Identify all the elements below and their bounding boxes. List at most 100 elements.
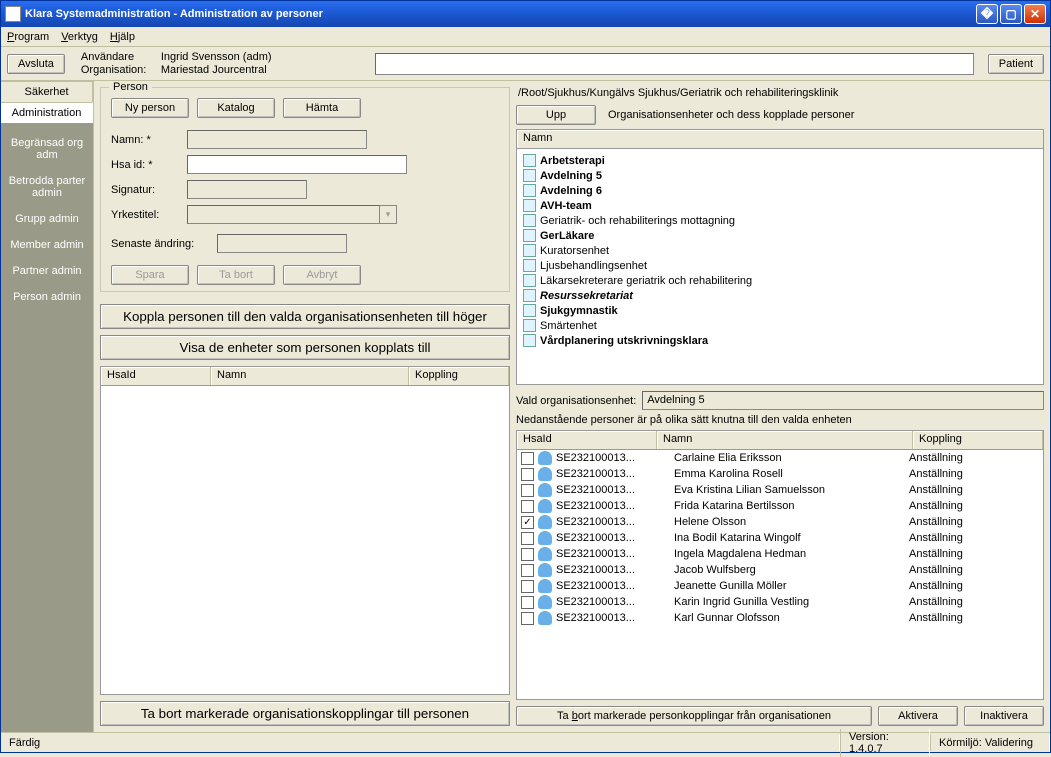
yrkestitel-combo[interactable]: ▾: [187, 205, 397, 224]
katalog-button[interactable]: Katalog: [197, 98, 275, 118]
tree-item-label: Avdelning 6: [540, 185, 602, 197]
person-row[interactable]: SE232100013...Ina Bodil Katarina Wingolf…: [517, 530, 1043, 546]
namn-input[interactable]: [187, 130, 367, 149]
tree-item[interactable]: GerLäkare: [523, 228, 1037, 243]
left-hdr-koppling[interactable]: Koppling: [409, 367, 509, 385]
tree-item-label: Avdelning 5: [540, 170, 602, 182]
spara-button[interactable]: Spara: [111, 265, 189, 285]
nav-betrodda[interactable]: Betrodda parter admin: [3, 175, 91, 199]
person-hsaid: SE232100013...: [556, 516, 674, 528]
left-hdr-namn[interactable]: Namn: [211, 367, 409, 385]
person-name: Karl Gunnar Olofsson: [674, 612, 909, 624]
person-checkbox[interactable]: [521, 564, 534, 577]
breadcrumb: /Root/Sjukhus/Kungälvs Sjukhus/Geriatrik…: [518, 87, 1044, 99]
tree-item-label: Ljusbehandlingsenhet: [540, 260, 647, 272]
person-checkbox[interactable]: [521, 452, 534, 465]
nav-person[interactable]: Person admin: [3, 291, 91, 303]
app-icon: [5, 6, 21, 22]
person-checkbox[interactable]: [521, 548, 534, 561]
signatur-input[interactable]: [187, 180, 307, 199]
tree-item[interactable]: Kuratorsenhet: [523, 243, 1037, 258]
tree-item[interactable]: Avdelning 6: [523, 183, 1037, 198]
person-row[interactable]: SE232100013...Frida Katarina BertilssonA…: [517, 498, 1043, 514]
chevron-down-icon[interactable]: ▾: [380, 205, 397, 224]
aktivera-button[interactable]: Aktivera: [878, 706, 958, 726]
pl-hdr-namn[interactable]: Namn: [657, 431, 913, 449]
avbryt-button[interactable]: Avbryt: [283, 265, 361, 285]
right-remove-button[interactable]: Ta bort markerade personkopplingar från …: [516, 706, 872, 726]
tree-item[interactable]: AVH-team: [523, 198, 1037, 213]
tab-sakerhet[interactable]: Säkerhet: [1, 81, 93, 102]
nav-grupp[interactable]: Grupp admin: [3, 213, 91, 225]
menu-program[interactable]: Program: [7, 31, 49, 43]
nav-partner[interactable]: Partner admin: [3, 265, 91, 277]
tree-desc: Organisationsenheter och dess kopplade p…: [608, 109, 854, 121]
org-tree[interactable]: Arbetsterapi Avdelning 5 Avdelning 6AVH-te…: [516, 149, 1044, 385]
patient-search-field[interactable]: [375, 53, 974, 75]
person-row[interactable]: ✓SE232100013...Helene OlssonAnställning: [517, 514, 1043, 530]
person-checkbox[interactable]: [521, 612, 534, 625]
person-checkbox[interactable]: [521, 596, 534, 609]
tree-item[interactable]: Ljusbehandlingsenhet: [523, 258, 1037, 273]
tree-item[interactable]: Geriatrik- och rehabiliterings mottagnin…: [523, 213, 1037, 228]
user-icon: [538, 515, 552, 529]
hamta-button[interactable]: Hämta: [283, 98, 361, 118]
ny-person-button[interactable]: Ny person: [111, 98, 189, 118]
pl-hdr-koppling[interactable]: Koppling: [913, 431, 1043, 449]
patient-button[interactable]: Patient: [988, 54, 1044, 74]
org-icon: [523, 319, 536, 332]
org-icon: [523, 289, 536, 302]
left-hdr-hsaid[interactable]: HsaId: [101, 367, 211, 385]
koppla-button[interactable]: Koppla personen till den valda organisat…: [100, 304, 510, 329]
nav-member[interactable]: Member admin: [3, 239, 91, 251]
user-icon: [538, 547, 552, 561]
tree-item[interactable]: Resurssekretariat: [523, 288, 1037, 303]
person-groupbox: Person Ny person Katalog Hämta Namn: * H…: [100, 87, 510, 292]
tree-item[interactable]: Arbetsterapi: [523, 153, 1037, 168]
menu-verktyg[interactable]: Verktyg: [61, 31, 98, 43]
minimize-button[interactable]: �: [976, 4, 998, 24]
nav-begransad[interactable]: Begränsad org adm: [3, 137, 91, 161]
user-icon: [538, 563, 552, 577]
pl-hdr-hsaid[interactable]: HsaId: [517, 431, 657, 449]
person-checkbox[interactable]: [521, 580, 534, 593]
tree-item[interactable]: Avdelning 5: [523, 168, 1037, 183]
tree-header[interactable]: Namn: [516, 129, 1044, 149]
inaktivera-button[interactable]: Inaktivera: [964, 706, 1044, 726]
person-row[interactable]: SE232100013...Emma Karolina RosellAnstäl…: [517, 466, 1043, 482]
namn-label: Namn: *: [111, 134, 181, 146]
tree-item[interactable]: Vårdplanering utskrivningsklara: [523, 333, 1037, 348]
visa-enheter-button[interactable]: Visa de enheter som personen kopplats ti…: [100, 335, 510, 360]
person-hsaid: SE232100013...: [556, 580, 674, 592]
person-checkbox[interactable]: [521, 468, 534, 481]
left-remove-button[interactable]: Ta bort markerade organisationskopplinga…: [100, 701, 510, 726]
hsa-input[interactable]: [187, 155, 407, 174]
person-row[interactable]: SE232100013...Karin Ingrid Gunilla Vestl…: [517, 594, 1043, 610]
tree-item-label: Läkarsekreterare geriatrik och rehabilit…: [540, 275, 752, 287]
person-checkbox[interactable]: ✓: [521, 516, 534, 529]
person-row[interactable]: SE232100013...Ingela Magdalena HedmanAns…: [517, 546, 1043, 562]
close-button[interactable]: ✕: [1024, 4, 1046, 24]
tree-item[interactable]: Sjukgymnastik: [523, 303, 1037, 318]
person-row[interactable]: SE232100013...Karl Gunnar OlofssonAnstäl…: [517, 610, 1043, 626]
person-checkbox[interactable]: [521, 532, 534, 545]
person-checkbox[interactable]: [521, 484, 534, 497]
maximize-button[interactable]: ▢: [1000, 4, 1022, 24]
tabort-button[interactable]: Ta bort: [197, 265, 275, 285]
person-list-body[interactable]: SE232100013...Carlaine Elia ErikssonAnst…: [516, 450, 1044, 700]
person-checkbox[interactable]: [521, 500, 534, 513]
person-row[interactable]: SE232100013...Jacob WulfsbergAnställning: [517, 562, 1043, 578]
person-group-label: Person: [109, 81, 152, 93]
tree-item[interactable]: Läkarsekreterare geriatrik och rehabilit…: [523, 273, 1037, 288]
upp-button[interactable]: Upp: [516, 105, 596, 125]
person-row[interactable]: SE232100013...Carlaine Elia ErikssonAnst…: [517, 450, 1043, 466]
avsluta-button[interactable]: Avsluta: [7, 54, 65, 74]
left-list-body[interactable]: [100, 386, 510, 695]
menu-hjalp[interactable]: Hjälp: [110, 31, 135, 43]
tree-item[interactable]: Smärtenhet: [523, 318, 1037, 333]
person-row[interactable]: SE232100013...Jeanette Gunilla MöllerAns…: [517, 578, 1043, 594]
tab-administration[interactable]: Administration: [1, 102, 93, 123]
org-icon: [523, 199, 536, 212]
person-koppling: Anställning: [909, 452, 1039, 464]
person-row[interactable]: SE232100013...Eva Kristina Lilian Samuel…: [517, 482, 1043, 498]
